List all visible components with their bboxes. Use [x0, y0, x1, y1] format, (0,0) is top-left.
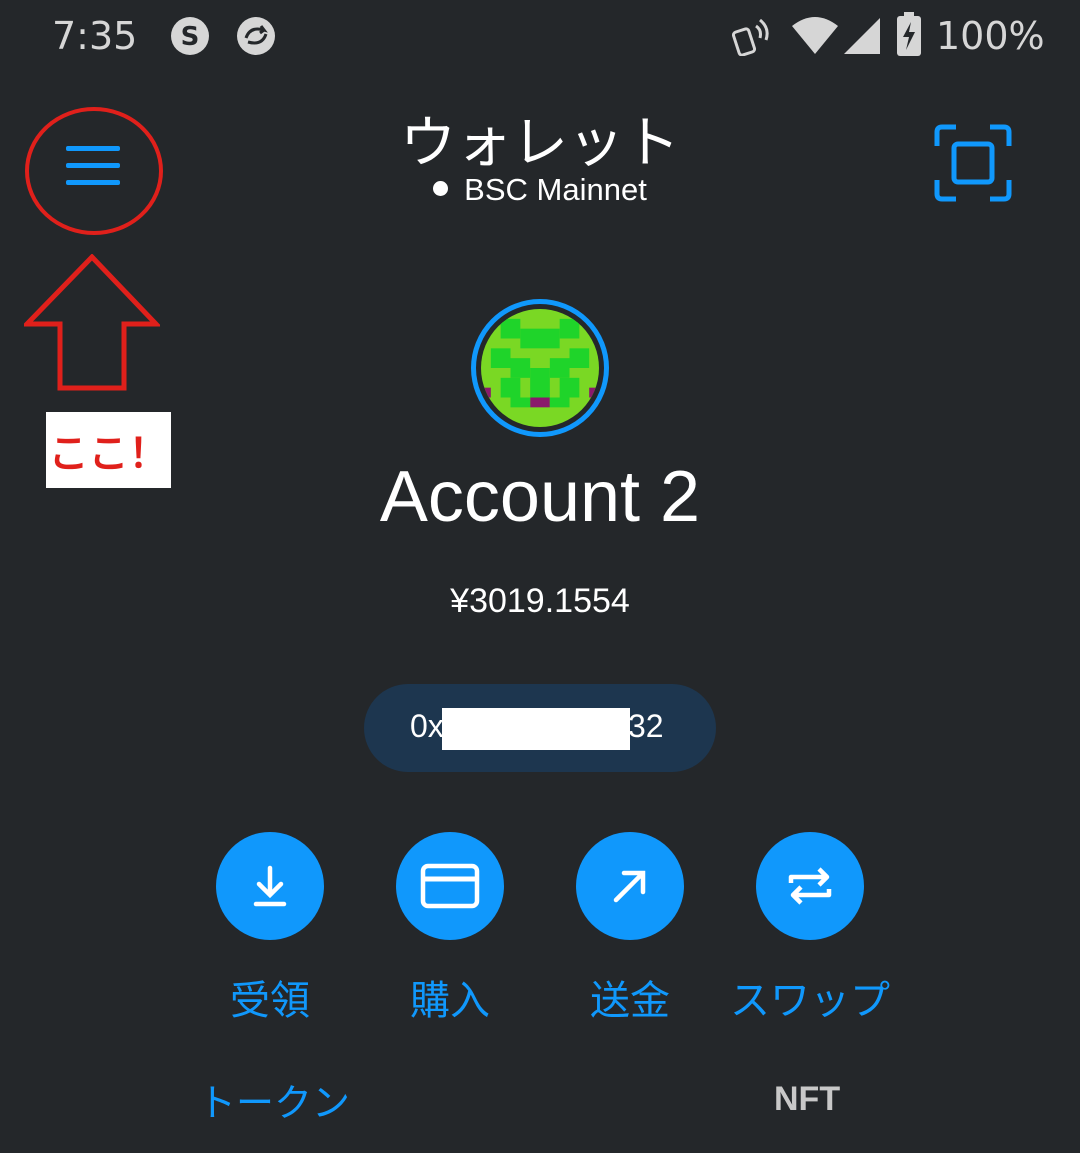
- battery-percentage: 100%: [936, 14, 1045, 58]
- swap-button[interactable]: スワップ: [720, 832, 900, 1026]
- account-balance: ¥3019.1554: [450, 582, 630, 620]
- identicon-avatar: [481, 309, 599, 427]
- buy-label: 購入: [410, 978, 490, 1024]
- network-status-dot: [433, 181, 449, 197]
- svg-text:S: S: [181, 22, 200, 52]
- send-button-circle: [576, 832, 684, 940]
- receive-button[interactable]: 受領: [180, 832, 360, 1026]
- buy-button-circle: [396, 832, 504, 940]
- annotation-circle: [25, 107, 163, 235]
- account-name[interactable]: Account 2: [0, 456, 1080, 538]
- sync-app-icon: [237, 17, 275, 55]
- annotation-arrow-up-icon: [24, 254, 160, 391]
- swap-label: スワップ: [730, 978, 890, 1024]
- s-app-icon: S: [171, 17, 209, 55]
- swap-button-circle: [756, 832, 864, 940]
- network-name: BSC Mainnet: [464, 172, 647, 207]
- tab-nft[interactable]: NFT: [774, 1080, 840, 1119]
- address-redaction: [442, 708, 630, 750]
- address-suffix: 32: [628, 708, 664, 744]
- wifi-icon: [792, 17, 838, 54]
- wallet-screen: 7:35 S 100% ウォレット BSC Mainnet ここ！ Accoun…: [0, 0, 1080, 1153]
- tab-tokens[interactable]: トークン: [198, 1072, 350, 1127]
- download-icon: [253, 865, 287, 907]
- battery-charging-icon: [897, 12, 921, 56]
- nfc-icon: [732, 18, 769, 56]
- account-avatar[interactable]: [471, 299, 609, 437]
- cell-signal-icon: [844, 18, 880, 54]
- address-prefix: 0x: [410, 708, 444, 744]
- receive-label: 受領: [230, 978, 310, 1024]
- card-icon: [420, 863, 480, 909]
- account-address-button[interactable]: 0x 32: [364, 684, 716, 772]
- status-time: 7:35: [52, 14, 138, 58]
- send-button[interactable]: 送金: [540, 832, 720, 1026]
- arrow-up-right-icon: [613, 870, 646, 903]
- swap-arrows-icon: [788, 867, 832, 905]
- buy-button[interactable]: 購入: [360, 832, 540, 1026]
- send-label: 送金: [590, 978, 670, 1024]
- receive-button-circle: [216, 832, 324, 940]
- qr-scan-icon[interactable]: [934, 124, 1012, 202]
